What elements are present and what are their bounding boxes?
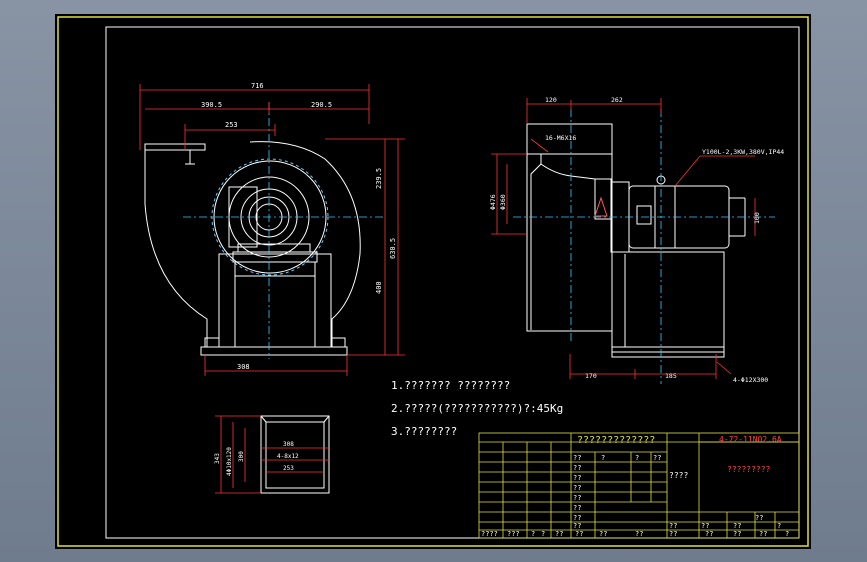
front-dim-labels: 716 390.5 290.5 253 308	[201, 82, 332, 371]
dim-outlet-h-out: 343	[214, 453, 221, 464]
tb-bottom-cell: ?	[531, 530, 535, 538]
tb-bottom-cell: ??	[599, 530, 607, 538]
tb-cell: ??	[573, 454, 581, 462]
title-block	[478, 432, 800, 539]
tb-cell: ??	[653, 454, 661, 462]
dim-side-d2: Φ360	[499, 194, 507, 210]
tb-cell: ??	[573, 522, 581, 530]
dim-front-inlet: 253	[225, 121, 238, 129]
dim-side-base-note: 4-Φ12X300	[733, 376, 768, 384]
tb-bottom-cell: ??	[759, 530, 767, 538]
outlet-labels: 308 4-8x12 253 343 4Φ10x120 300	[214, 441, 299, 476]
dim-outlet-inner: 4-8x12	[277, 453, 299, 460]
dim-front-overall: 716	[251, 82, 264, 90]
tb-bottom-cell: ?	[541, 530, 545, 538]
scale-label: ????	[669, 471, 688, 480]
dim-front-h3: 400	[375, 281, 383, 294]
dim-outlet-h1: 4Φ10x120	[226, 447, 233, 476]
dim-side-base-left: 170	[585, 372, 597, 380]
cad-window: 716 390.5 290.5 253 308 239.5 630.5 400	[0, 0, 867, 562]
dim-side-base-right: 185	[665, 372, 677, 380]
tb-cell: ??	[573, 464, 581, 472]
dim-side-d1: Φ476	[489, 194, 497, 210]
dim-outlet-w: 308	[283, 441, 294, 448]
dim-side-holes: 16-M6X16	[545, 134, 576, 142]
tb-bottom-cell: ?	[785, 530, 789, 538]
dim-front-h2: 630.5	[389, 238, 397, 259]
tb-bottom-cell: ??	[555, 530, 563, 538]
side-view	[526, 123, 746, 358]
tb-cell: ??	[573, 514, 581, 522]
tb-bottom-cell: ??	[635, 530, 643, 538]
dim-side-top-right: 262	[611, 96, 623, 104]
outer-frame	[57, 16, 809, 547]
dim-side-motor-h: 100	[753, 212, 761, 224]
tb-cell: ??	[733, 522, 741, 530]
tb-cell: ??	[573, 494, 581, 502]
tb-cell: ?	[635, 454, 639, 462]
tb-cell: ??	[573, 474, 581, 482]
dim-front-right: 290.5	[311, 101, 332, 109]
drawing-title: ?????????????	[577, 435, 655, 446]
note-2: 2.?????(???????????)?:45Kg	[391, 402, 563, 415]
tb-cell: ??	[669, 522, 677, 530]
front-view	[144, 141, 361, 356]
drawing-subtitle: ?????????	[727, 465, 771, 474]
dim-front-left: 390.5	[201, 101, 222, 109]
tb-bottom-cell: ??	[705, 530, 713, 538]
note-3: 3.????????	[391, 425, 457, 438]
note-1: 1.??????? ????????	[391, 379, 510, 392]
technical-notes: 1.??????? ???????? 2.?????(???????????)?…	[391, 379, 563, 438]
tb-cell: ??	[701, 522, 709, 530]
tb-bottom-cell: ??	[575, 530, 583, 538]
tb-cell: ?	[777, 522, 781, 530]
drawing-svg: 716 390.5 290.5 253 308 239.5 630.5 400	[57, 16, 809, 547]
dim-side-top-left: 120	[545, 96, 557, 104]
side-dim-labels: 120 262 16-M6X16 Y100L-2,3KW,380V,IP44 1…	[489, 96, 784, 384]
tb-bottom-cell: ??	[669, 530, 677, 538]
tb-bottom-cell: ??	[733, 530, 741, 538]
drawing-code: 4-72-11NO2.6A	[719, 435, 782, 444]
dim-front-h1: 239.5	[375, 168, 383, 189]
dim-front-base: 308	[237, 363, 250, 371]
tb-cell: ??	[755, 514, 763, 522]
dim-outlet-h2: 300	[238, 451, 245, 462]
tb-bottom-cell: ????	[481, 530, 498, 538]
front-vertical-labels: 239.5 630.5 400	[375, 168, 397, 294]
tb-cell: ?	[601, 454, 605, 462]
side-flange-mark	[594, 196, 608, 217]
tb-cell: ??	[573, 504, 581, 512]
motor-spec-label: Y100L-2,3KW,380V,IP44	[702, 148, 784, 156]
tb-cell: ??	[573, 484, 581, 492]
dim-outlet-w2: 253	[283, 465, 294, 472]
drawing-canvas[interactable]: 716 390.5 290.5 253 308 239.5 630.5 400	[55, 14, 811, 549]
tb-bottom-cell: ???	[507, 530, 520, 538]
